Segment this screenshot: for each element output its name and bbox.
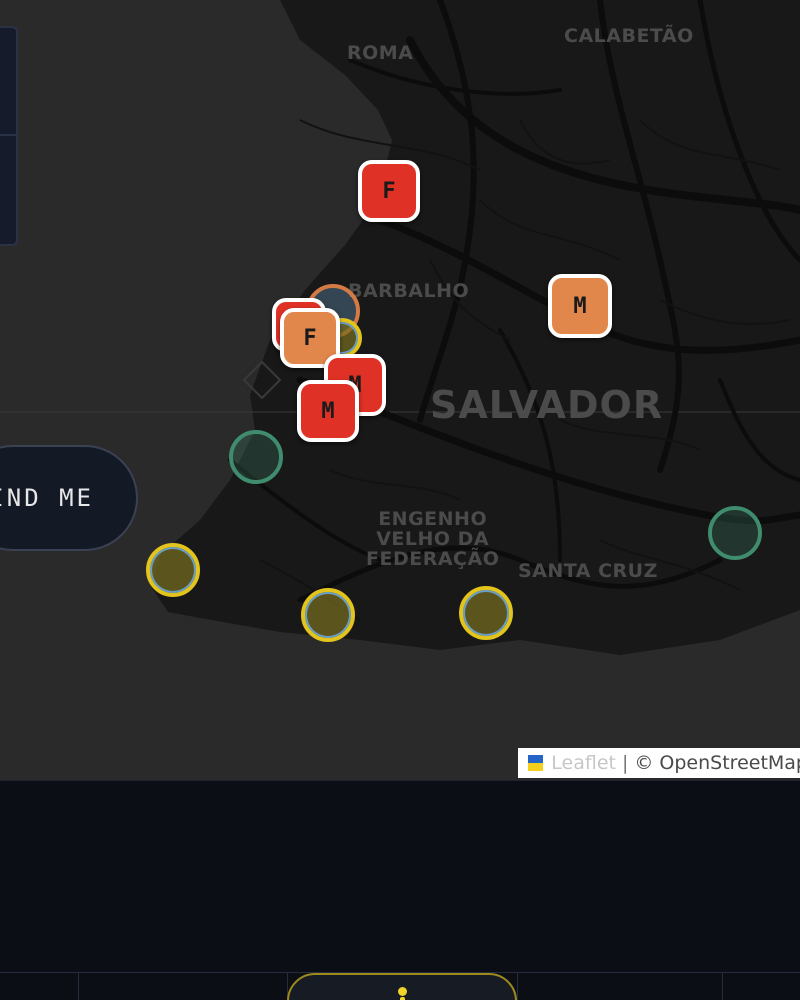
map-marker-ring-yellow[interactable]: [146, 543, 200, 597]
place-label-calabetao: CALABETÃO: [564, 25, 694, 47]
map-marker-m[interactable]: M: [548, 274, 612, 338]
map-marker-ring-yellow[interactable]: [301, 588, 355, 642]
map-marker-ring-yellow[interactable]: [459, 586, 513, 640]
map-attribution: Leaflet | © OpenStreetMap: [518, 748, 800, 778]
leaflet-link[interactable]: Leaflet: [551, 752, 616, 774]
place-label-roma: ROMA: [347, 42, 414, 64]
find-me-button[interactable]: FIND ME: [0, 445, 138, 551]
map-marker-f[interactable]: F: [358, 160, 420, 222]
place-label-barbalho: BARBALHO: [348, 280, 470, 302]
attribution-separator: |: [621, 752, 629, 774]
nav-separator: [517, 973, 518, 1000]
place-label-santa-cruz: SANTA CRUZ: [518, 560, 658, 582]
info-icon: [398, 987, 407, 996]
control-divider: [0, 134, 16, 136]
map-basemap: [0, 0, 800, 780]
map-marker-ring-green[interactable]: [708, 506, 762, 560]
ukraine-flag-icon: [528, 755, 544, 771]
page: ROMA CALABETÃO BARBALHO SALVADOR ENGENHO…: [0, 0, 800, 1000]
map-control-panel[interactable]: [0, 26, 18, 246]
osm-link[interactable]: © OpenStreetMap: [634, 752, 800, 774]
map-marker-ring-green[interactable]: [229, 430, 283, 484]
map-view[interactable]: ROMA CALABETÃO BARBALHO SALVADOR ENGENHO…: [0, 0, 800, 780]
nav-separator: [722, 973, 723, 1000]
nav-tab-active[interactable]: [287, 973, 517, 1000]
bottom-panel: [0, 780, 800, 1000]
map-marker-m[interactable]: M: [297, 380, 359, 442]
place-label-salvador: SALVADOR: [430, 383, 664, 427]
place-label-engenho-velho: ENGENHO VELHO DA FEDERAÇÃO: [366, 508, 500, 570]
nav-separator: [78, 973, 79, 1000]
